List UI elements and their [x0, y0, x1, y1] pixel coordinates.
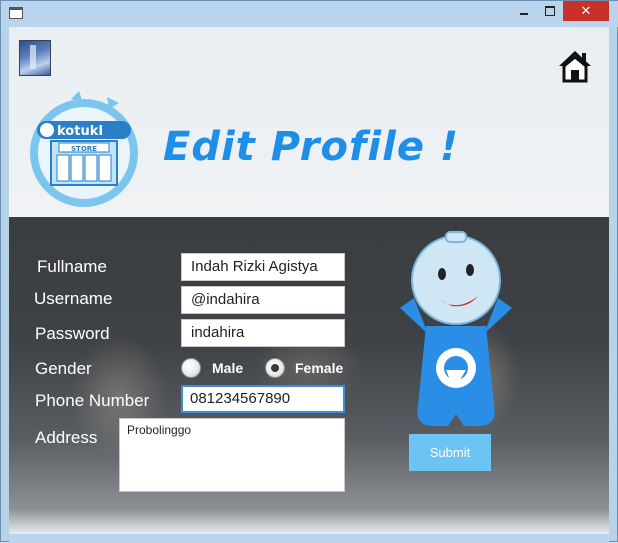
- close-button[interactable]: ✕: [563, 1, 609, 21]
- book-thumbnail-icon[interactable]: [19, 40, 51, 76]
- phone-number-field[interactable]: 081234567890: [181, 385, 345, 413]
- password-field[interactable]: indahira: [181, 319, 345, 347]
- okotuki-store-logo: kotukI STORE: [30, 91, 138, 207]
- username-label: Username: [34, 289, 113, 308]
- submit-button[interactable]: Submit: [409, 434, 491, 471]
- logo-wordmark: kotukI: [57, 124, 103, 139]
- fullname-field[interactable]: Indah Rizki Agistya: [181, 253, 345, 281]
- logo-store-sign: STORE: [71, 145, 97, 153]
- close-icon: ✕: [580, 3, 592, 19]
- gender-female-radio[interactable]: [265, 358, 285, 378]
- mascot-icon: [400, 231, 512, 426]
- gender-label: Gender: [35, 359, 92, 378]
- address-label: Address: [35, 428, 98, 447]
- app-window: ✕ kotukI STORE Edit Profile ! Fullname I…: [0, 0, 618, 543]
- home-icon[interactable]: [557, 49, 593, 83]
- window-app-icon: [9, 7, 23, 19]
- maximize-button[interactable]: [537, 1, 563, 21]
- minimize-button[interactable]: [511, 1, 537, 21]
- address-textarea[interactable]: Probolinggo: [119, 418, 345, 492]
- password-label: Password: [35, 324, 110, 343]
- username-field[interactable]: @indahira: [181, 286, 345, 314]
- phone-number-label: Phone Number: [35, 391, 150, 410]
- gender-male-radio[interactable]: [181, 358, 201, 378]
- minimize-icon: [520, 13, 528, 15]
- gender-male-label: Male: [212, 360, 244, 376]
- title-bar: ✕: [1, 1, 618, 27]
- maximize-icon: [545, 6, 555, 16]
- fullname-label: Fullname: [37, 257, 107, 276]
- gender-female-label: Female: [295, 360, 344, 376]
- page-title: Edit Profile !: [163, 124, 460, 170]
